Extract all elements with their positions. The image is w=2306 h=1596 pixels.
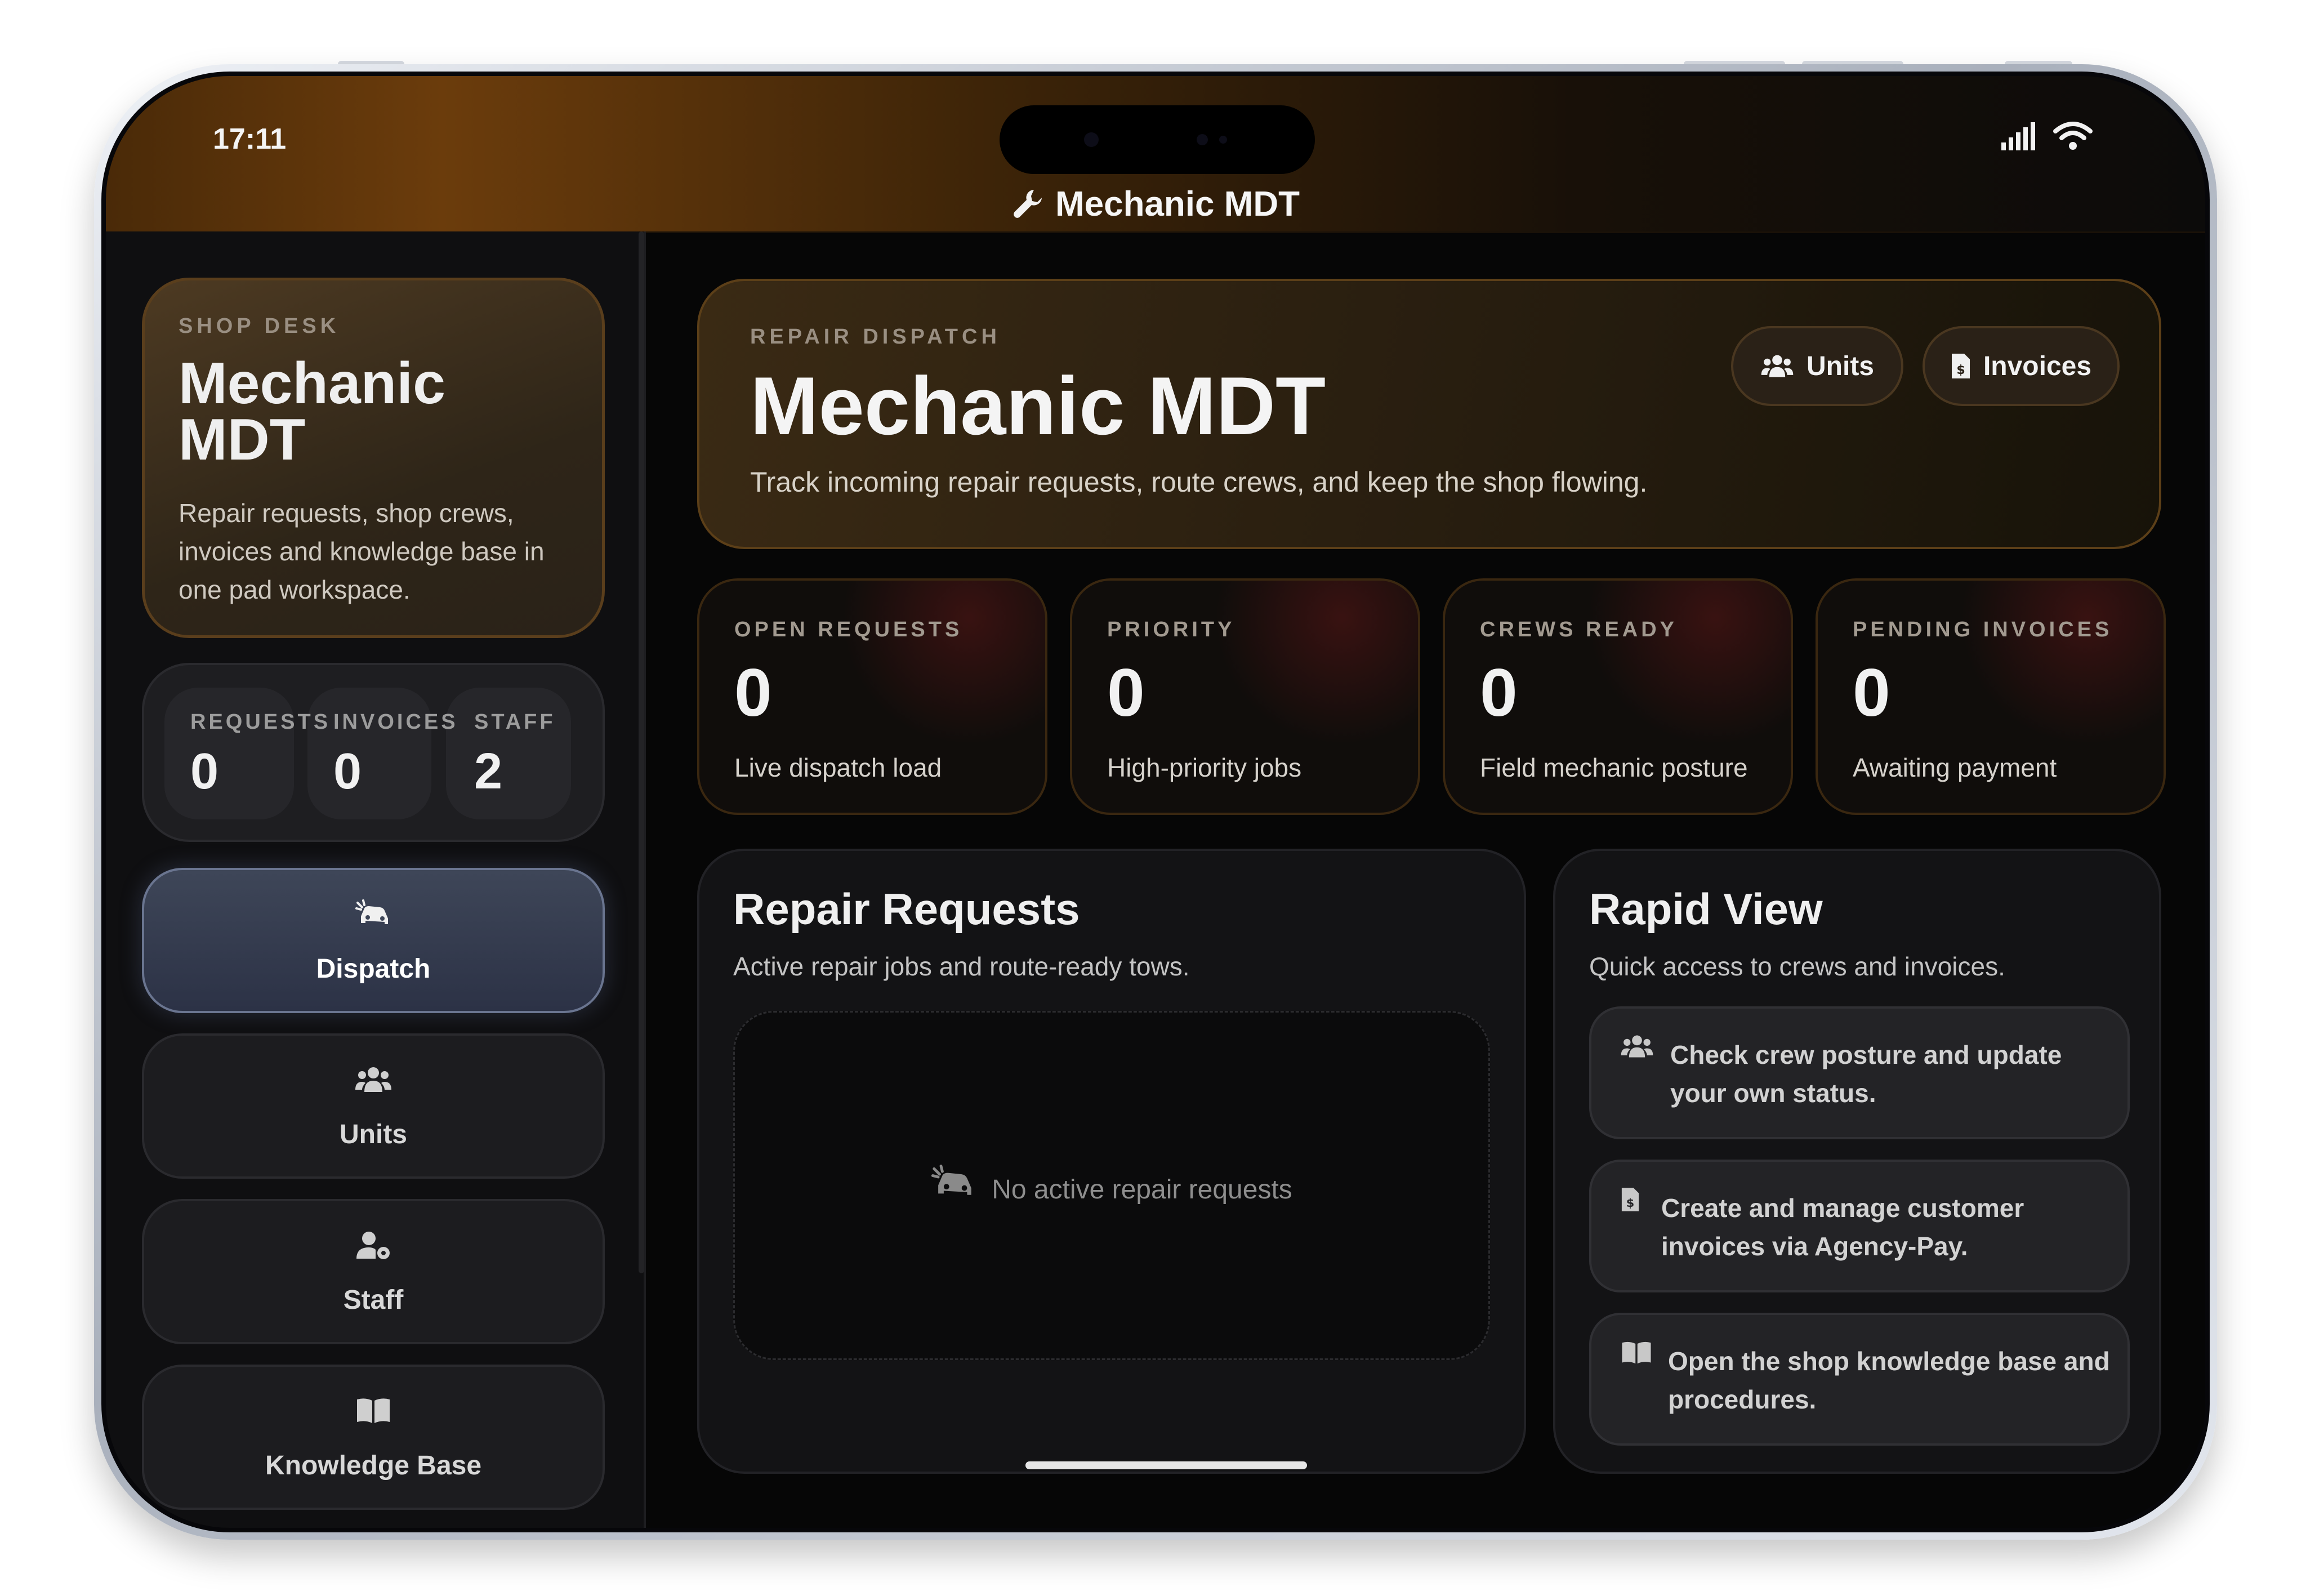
app-header: 17:11 Mechanic MDT — [106, 76, 2205, 233]
status-time: 17:11 — [213, 123, 287, 155]
shop-desk-title: Mechanic MDT — [179, 354, 568, 469]
header-title: Mechanic MDT — [106, 184, 2205, 224]
count-chip-requests — [164, 688, 294, 819]
counts-card: REQUESTS INVOICES STAFF 0 0 2 — [142, 663, 605, 842]
stat-caption: Field mechanic posture — [1480, 753, 1748, 782]
empty-state: No active repair requests — [733, 1011, 1490, 1360]
count-chip-staff — [446, 688, 571, 819]
sidebar-item-label: Dispatch — [316, 954, 431, 984]
stat-value: 0 — [1480, 655, 1518, 730]
count-value-staff: 2 — [474, 743, 503, 800]
dynamic-island — [1000, 105, 1315, 174]
invoices-button[interactable]: $ Invoices — [1923, 326, 2120, 406]
stat-card-crews-ready: CREWS READY 0 Field mechanic posture — [1443, 578, 1793, 815]
sidebar-item-label: Units — [340, 1120, 407, 1149]
quick-link-text: Open the shop knowledge base and procedu… — [1668, 1347, 2110, 1414]
quick-link-crew-posture[interactable]: Check crew posture and update your own s… — [1589, 1006, 2130, 1139]
quick-link-knowledge-base[interactable]: Open the shop knowledge base and procedu… — [1589, 1313, 2130, 1446]
wifi-icon — [2053, 122, 2093, 150]
count-label-invoices: INVOICES — [333, 710, 458, 734]
rapid-view-subtitle: Quick access to crews and invoices. — [1589, 952, 2005, 981]
stat-value: 0 — [1853, 655, 1890, 730]
count-label-requests: REQUESTS — [190, 710, 331, 734]
stat-caption: Live dispatch load — [734, 753, 942, 782]
repair-dispatch-banner: REPAIR DISPATCH Mechanic MDT Track incom… — [697, 279, 2161, 549]
svg-text:$: $ — [1956, 363, 1965, 377]
users-icon — [355, 1067, 391, 1092]
page-title: Mechanic MDT — [750, 360, 1326, 452]
stat-label: CREWS READY — [1480, 618, 1678, 641]
svg-text:$: $ — [1626, 1196, 1634, 1210]
stat-card-priority: PRIORITY 0 High-priority jobs — [1070, 578, 1420, 815]
rapid-view-panel: Rapid View Quick access to crews and inv… — [1553, 849, 2161, 1474]
book-icon — [357, 1398, 390, 1423]
count-chip-invoices — [307, 688, 431, 819]
sidebar: SHOP DESK Mechanic MDT Repair requests, … — [106, 231, 646, 1528]
sidebar-item-label: Staff — [343, 1285, 404, 1315]
shop-desk-description: Repair requests, shop crews, invoices an… — [179, 498, 545, 604]
stat-value: 0 — [734, 655, 772, 730]
sidebar-item-dispatch[interactable]: Dispatch — [142, 868, 605, 1013]
wrench-icon — [1014, 190, 1042, 218]
status-icons — [2001, 121, 2093, 150]
stat-label: PENDING INVOICES — [1853, 618, 2113, 641]
count-label-staff: STAFF — [474, 710, 556, 734]
quick-link-text: Check crew posture and update your own s… — [1670, 1040, 2062, 1108]
home-indicator[interactable] — [1025, 1461, 1307, 1469]
rapid-view-title: Rapid View — [1589, 884, 1823, 934]
invoices-button-label: Invoices — [1983, 351, 2092, 381]
quick-link-invoices[interactable]: $ Create and manage customer invoices vi… — [1589, 1160, 2130, 1292]
page-subtitle: Track incoming repair requests, route cr… — [750, 466, 1648, 498]
sidebar-scrollbar[interactable] — [639, 231, 644, 1273]
stat-caption: Awaiting payment — [1853, 753, 2057, 782]
repair-requests-title: Repair Requests — [733, 884, 1080, 934]
count-value-requests: 0 — [190, 743, 219, 800]
book-icon — [1622, 1341, 1651, 1364]
stat-card-pending-invoices: PENDING INVOICES 0 Awaiting payment — [1816, 578, 2166, 815]
car-crash-icon — [931, 1165, 971, 1195]
users-icon — [1761, 355, 1794, 377]
header-title-text: Mechanic MDT — [1055, 185, 1300, 224]
stat-caption: High-priority jobs — [1107, 753, 1302, 782]
users-icon — [1621, 1035, 1653, 1058]
shop-desk-title-line1: Mechanic — [179, 351, 445, 416]
screen: 17:11 Mechanic MDT SHOP DESK Mechanic MD… — [106, 76, 2205, 1528]
shop-desk-eyebrow: SHOP DESK — [179, 314, 340, 338]
car-crash-icon — [355, 899, 388, 924]
empty-state-text: No active repair requests — [992, 1175, 1292, 1205]
shop-desk-title-line2: MDT — [179, 407, 306, 472]
repair-requests-subtitle: Active repair jobs and route-ready tows. — [733, 952, 1190, 981]
sidebar-item-label: Knowledge Base — [265, 1451, 482, 1481]
invoice-icon: $ — [1621, 1188, 1639, 1211]
user-gear-icon — [356, 1232, 390, 1259]
signal-icon — [2001, 122, 2035, 150]
dispatch-eyebrow: REPAIR DISPATCH — [750, 325, 1001, 349]
shop-desk-card: SHOP DESK Mechanic MDT Repair requests, … — [142, 278, 605, 638]
quick-link-text: Create and manage customer invoices via … — [1661, 1193, 2024, 1261]
sidebar-item-units[interactable]: Units — [142, 1033, 605, 1179]
units-button[interactable]: Units — [1731, 326, 1903, 406]
sidebar-item-knowledge-base[interactable]: Knowledge Base — [142, 1365, 605, 1510]
repair-requests-panel: Repair Requests Active repair jobs and r… — [697, 849, 1526, 1474]
units-button-label: Units — [1807, 351, 1874, 381]
stat-label: PRIORITY — [1107, 618, 1235, 641]
stat-value: 0 — [1107, 655, 1145, 730]
stat-label: OPEN REQUESTS — [734, 618, 963, 641]
sidebar-item-staff[interactable]: Staff — [142, 1199, 605, 1344]
count-value-invoices: 0 — [333, 743, 362, 800]
invoice-icon: $ — [1951, 354, 1970, 378]
stat-card-open-requests: OPEN REQUESTS 0 Live dispatch load — [697, 578, 1047, 815]
